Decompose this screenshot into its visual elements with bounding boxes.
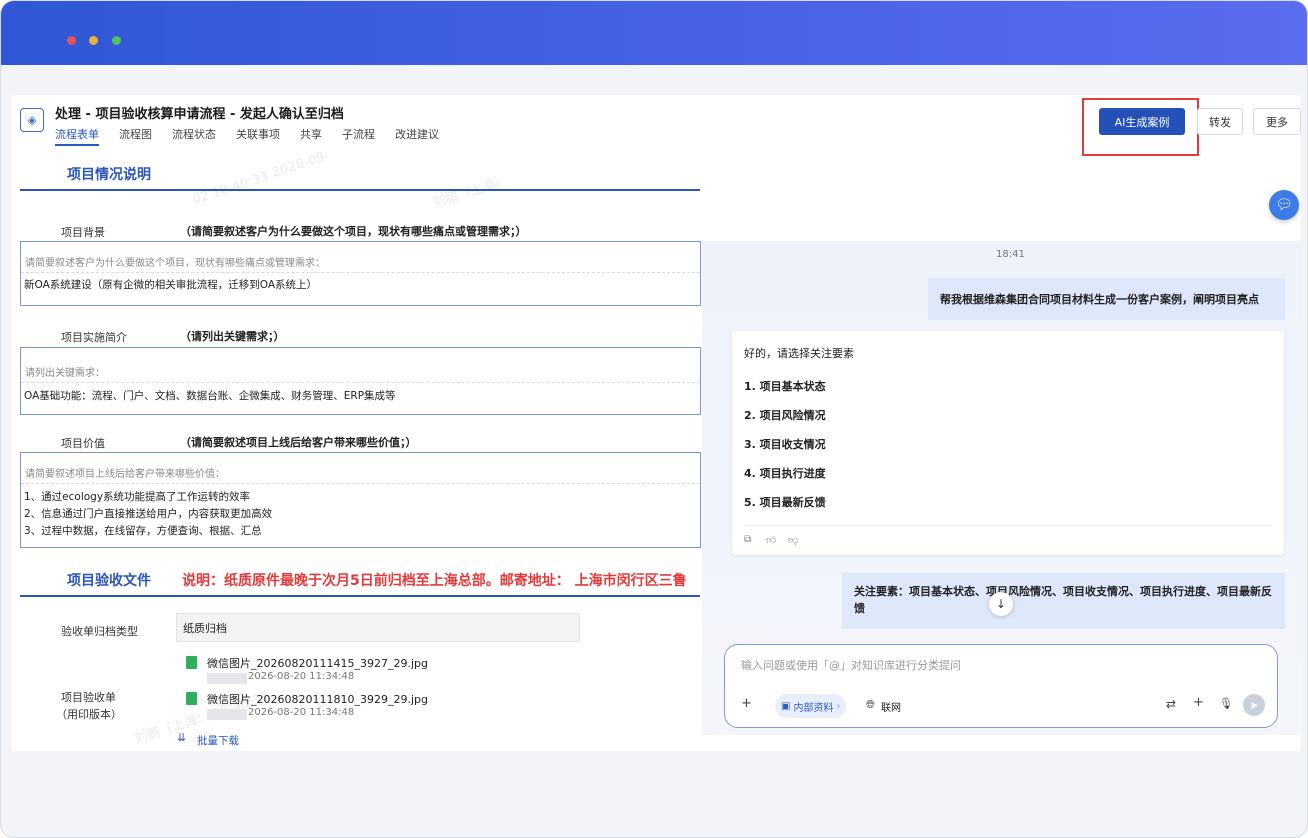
batch-download-icon: ⇊	[177, 731, 187, 744]
attachment-meta: 2026-08-20 11:34:48	[248, 707, 355, 718]
web-search-toggle[interactable]: 联网	[881, 699, 901, 714]
workflow-form: 2026-09- 02 18:40:33 刘鹏（上海） 刘鹏（上海） 18:40…	[11, 147, 701, 751]
field-label-background: 项目背景	[61, 226, 105, 239]
field-separator	[21, 272, 700, 273]
implementation-textarea[interactable]: 请列出关键需求： OA基础功能：流程、门户、文档、数据台账、企微集成、财务管理、…	[20, 347, 701, 415]
close-window-dot[interactable]	[67, 36, 76, 45]
assistant-intro: 好的，请选择关注要素	[744, 347, 854, 360]
add-icon[interactable]: +	[1193, 695, 1204, 710]
field-separator	[21, 382, 700, 383]
attachment-meta: 2026-08-20 11:34:48	[248, 671, 355, 682]
focus-option[interactable]: 5. 项目最新反馈	[744, 494, 826, 510]
background-textarea[interactable]: 请简要叙述客户为什么要做这个项目，现状有哪些痛点或管理需求： 新OA系统建设（原…	[20, 241, 701, 306]
value-line: 1、通过ecology系统功能提高了工作运转的效率	[24, 491, 251, 503]
field-label-implementation: 项目实施简介	[61, 331, 127, 344]
minimize-window-dot[interactable]	[89, 36, 98, 45]
attachment-link[interactable]: 微信图片_20260820111415_3927_29.jpg	[207, 655, 428, 671]
field-label-value: 项目价值	[61, 437, 105, 450]
background-placeholder: 请简要叙述客户为什么要做这个项目，现状有哪些痛点或管理需求：	[25, 258, 325, 269]
tab-status[interactable]: 流程状态	[172, 126, 216, 146]
ai-chat-panel: 18:41 帮我根据维森集团合同项目材料生成一份客户案例，阐明项目亮点 好的，请…	[702, 241, 1301, 735]
focus-option[interactable]: 3. 项目收支情况	[744, 436, 826, 452]
chat-timestamp: 18:41	[996, 249, 1025, 260]
watermark-text: 2026-09-	[270, 148, 331, 181]
archive-notice: 说明：纸质原件最晚于次月5日前归档至上海总部。邮寄地址： 上海市闵行区三鲁	[182, 573, 687, 589]
field-hint-background: （请简要叙述客户为什么要做这个项目，现状有哪些痛点或管理需求；）	[180, 225, 527, 238]
section-divider	[20, 189, 700, 191]
field-separator	[21, 483, 700, 484]
chat-input-box[interactable]: 输入问题或使用「@」对知识库进行分类提问 + ▣ 内部资料 › 🌐︎ 联网 ⇄ …	[724, 644, 1278, 728]
archive-type-select[interactable]: 纸质归档	[176, 613, 580, 642]
send-button[interactable]: ➤	[1243, 694, 1265, 716]
field-hint-implementation: （请列出关键需求；）	[180, 330, 285, 343]
tab-share[interactable]: 共享	[300, 126, 322, 146]
user-message: 关注要素：项目基本状态、项目风险情况、项目收支情况、项目执行进度、项目最新反馈	[842, 573, 1285, 629]
tab-subprocess[interactable]: 子流程	[342, 126, 375, 146]
focus-option[interactable]: 4. 项目执行进度	[744, 465, 826, 481]
focus-option[interactable]: 1. 项目基本状态	[744, 378, 826, 394]
focus-option[interactable]: 2. 项目风险情况	[744, 407, 826, 423]
background-value: 新OA系统建设（原有企微的相关审批流程，迁移到OA系统上）	[24, 279, 318, 291]
section-title-project-overview: 项目情况说明	[67, 167, 151, 183]
highlight-box	[1082, 98, 1199, 156]
microphone-icon[interactable]: 🎙︎	[1219, 697, 1233, 710]
knowledge-source-label: 内部资料	[793, 702, 834, 714]
forward-button[interactable]: 转发	[1197, 108, 1243, 135]
page-title: 处理 - 项目验收核算申请流程 - 发起人确认至归档	[55, 107, 344, 122]
assistant-message: 好的，请选择关注要素 1. 项目基本状态 2. 项目风险情况 3. 项目收支情况…	[732, 331, 1284, 555]
chat-input-placeholder: 输入问题或使用「@」对知识库进行分类提问	[741, 659, 961, 672]
field-hint-value: （请简要叙述项目上线后给客户带来哪些价值；）	[180, 436, 417, 449]
chat-bubble-icon[interactable]: 💬︎	[1269, 190, 1299, 220]
tab-related[interactable]: 关联事项	[236, 126, 280, 146]
page-header: ◈ 处理 - 项目验收核算申请流程 - 发起人确认至归档 流程表单 流程图 流程…	[11, 95, 1301, 156]
layers-icon: ◈	[20, 108, 44, 132]
section-title-acceptance: 项目验收文件	[67, 573, 151, 589]
tab-bar: 流程表单 流程图 流程状态 关联事项 共享 子流程 改进建议	[55, 126, 439, 146]
scroll-down-button[interactable]: ↓	[989, 592, 1013, 616]
redacted-user	[207, 673, 247, 684]
redacted-user	[207, 709, 247, 720]
chevron-right-icon: ›	[836, 700, 841, 712]
implementation-value: OA基础功能：流程、门户、文档、数据台账、企微集成、财务管理、ERP集成等	[24, 390, 396, 402]
window-titlebar	[1, 1, 1307, 65]
field-label-acceptance-sub: （用印版本）	[56, 708, 122, 721]
thumbs-down-icon[interactable]: 👎︎	[788, 534, 798, 546]
database-icon: ▣	[781, 700, 791, 712]
workflow-page: ◈ 处理 - 项目验收核算申请流程 - 发起人确认至归档 流程表单 流程图 流程…	[11, 95, 1301, 751]
value-line: 3、过程中数据，在线留存，方便查询、根据、汇总	[24, 525, 262, 537]
field-label-acceptance: 项目验收单	[61, 691, 116, 704]
window-frame: ◈ 处理 - 项目验收核算申请流程 - 发起人确认至归档 流程表单 流程图 流程…	[0, 0, 1308, 838]
value-line: 2、信息通过门户直接推送给用户，内容获取更加高效	[24, 508, 273, 520]
tab-flowchart[interactable]: 流程图	[119, 126, 152, 146]
batch-download-link[interactable]: 批量下载	[197, 733, 239, 748]
image-file-icon	[186, 656, 197, 669]
tab-form[interactable]: 流程表单	[55, 126, 99, 146]
tab-suggestions[interactable]: 改进建议	[395, 126, 439, 146]
message-divider	[744, 525, 1272, 526]
attachment-link[interactable]: 微信图片_20260820111810_3929_29.jpg	[207, 691, 428, 707]
field-label-archive-type: 验收单归档类型	[61, 625, 138, 638]
maximize-window-dot[interactable]	[112, 36, 121, 45]
knowledge-source-chip[interactable]: ▣ 内部资料 ›	[775, 694, 847, 718]
section-divider	[20, 595, 700, 597]
implementation-placeholder: 请列出关键需求：	[25, 368, 105, 379]
switch-icon[interactable]: ⇄	[1166, 697, 1176, 711]
more-button[interactable]: 更多	[1253, 108, 1301, 135]
user-message: 帮我根据维森集团合同项目材料生成一份客户案例，阐明项目亮点	[928, 278, 1285, 320]
thumbs-up-icon[interactable]: 👍︎	[766, 534, 776, 546]
image-file-icon	[186, 692, 197, 705]
value-placeholder: 请简要叙述项目上线后给客户带来哪些价值：	[25, 469, 225, 480]
copy-icon[interactable]: ⧉	[744, 534, 751, 545]
globe-icon[interactable]: 🌐︎	[866, 698, 875, 712]
plus-icon[interactable]: +	[741, 696, 752, 711]
value-textarea[interactable]: 请简要叙述项目上线后给客户带来哪些价值： 1、通过ecology系统功能提高了工…	[20, 452, 701, 548]
